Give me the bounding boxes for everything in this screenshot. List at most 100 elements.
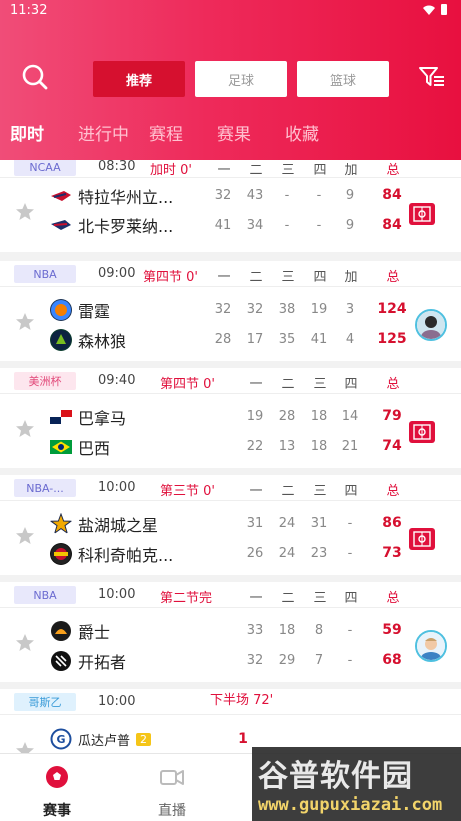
match-list[interactable]: NCAA 08:30 加时 0' 一 二 三 四 加 总 特拉华州立... 北卡…: [0, 160, 461, 753]
team-logo-icon: [50, 543, 72, 565]
col-total: 总: [386, 270, 400, 285]
col-q4: 四: [344, 377, 358, 392]
total-score: 74: [382, 438, 402, 454]
total-score: 73: [382, 545, 402, 561]
home-team: 爵士: [50, 619, 110, 643]
segment-football[interactable]: 足球: [195, 61, 287, 97]
team-logo-icon: [50, 620, 72, 642]
filter-button[interactable]: [417, 62, 447, 92]
video-camera-icon: [160, 770, 184, 785]
score-cell: -: [316, 218, 322, 233]
favorite-star-icon[interactable]: [15, 633, 35, 653]
favorite-star-icon[interactable]: [15, 741, 35, 753]
league-badge: NCAA: [14, 160, 76, 176]
nav-events[interactable]: 赛事: [27, 764, 87, 820]
score-cell: -: [284, 188, 290, 203]
score-cell: 18: [310, 439, 328, 454]
score-cell: 28: [214, 332, 232, 347]
score-cell: -: [347, 546, 353, 561]
league-badge: NBA: [14, 586, 76, 604]
match-time: 09:40: [98, 373, 136, 388]
match-card[interactable]: 哥斯乙 10:00 下半场 72' G 瓜达卢普 2 1: [0, 689, 461, 753]
live-stream-icon[interactable]: [409, 528, 435, 550]
away-team: 北卡罗莱纳...: [50, 213, 173, 237]
match-time: 10:00: [98, 694, 136, 709]
soccer-ball-icon: [46, 766, 68, 788]
match-header: NBA 10:00 第二节完 一 二 三 四 总: [0, 582, 461, 608]
filter-icon: [419, 67, 444, 86]
score-cell: 38: [278, 302, 296, 317]
nav-live[interactable]: 直播: [142, 764, 202, 820]
col-total: 总: [386, 377, 400, 392]
tab-in-progress[interactable]: 进行中: [78, 120, 129, 145]
score-cell: 33: [246, 623, 264, 638]
score-cell: 24: [278, 546, 296, 561]
match-card[interactable]: NCAA 08:30 加时 0' 一 二 三 四 加 总 特拉华州立... 北卡…: [0, 160, 461, 252]
search-button[interactable]: [20, 62, 50, 92]
league-badge: NBA-...: [14, 479, 76, 497]
team-name: 瓜达卢普: [78, 733, 131, 749]
favorite-star-icon[interactable]: [15, 312, 35, 332]
match-header: NCAA 08:30 加时 0' 一 二 三 四 加 总: [0, 160, 461, 178]
col-q3: 三: [313, 484, 327, 499]
col-total: 总: [386, 163, 400, 178]
score-cell: 8: [314, 623, 324, 638]
team-name: 爵士: [78, 623, 111, 642]
match-card[interactable]: NBA 10:00 第二节完 一 二 三 四 总 爵士 开拓者 33 18 8 …: [0, 582, 461, 682]
score-cell: 28: [278, 409, 296, 424]
score-cell: -: [316, 188, 322, 203]
team-name: 科利奇帕克...: [78, 546, 174, 565]
tab-instant[interactable]: 即时: [10, 120, 44, 145]
watermark-title: 谷普软件园: [258, 759, 413, 794]
watermark-url: www.gupuxiazai.com: [258, 795, 443, 815]
favorite-star-icon[interactable]: [15, 202, 35, 222]
live-stream-icon[interactable]: [409, 421, 435, 443]
match-status: 下半场 72': [210, 693, 274, 708]
match-header: NBA-... 10:00 第三节 0' 一 二 三 四 总: [0, 475, 461, 501]
tab-schedule[interactable]: 赛程: [149, 120, 183, 145]
score-cell: -: [284, 218, 290, 233]
team-logo-icon: [50, 513, 72, 535]
total-score: 59: [382, 622, 402, 638]
match-card[interactable]: NBA 09:00 第四节 0' 一 二 三 四 加 总 雷霆 森林狼 32 3…: [0, 261, 461, 361]
match-status: 第三节 0': [160, 484, 215, 499]
streamer-avatar[interactable]: [415, 630, 447, 662]
nav-label: 赛事: [43, 803, 71, 819]
match-card[interactable]: 美洲杯 09:40 第四节 0' 一 二 三 四 总 巴拿马 巴西 19 28 …: [0, 368, 461, 468]
live-stream-icon[interactable]: [409, 203, 435, 225]
home-team: 雷霆: [50, 298, 110, 322]
favorite-star-icon[interactable]: [15, 526, 35, 546]
match-card[interactable]: NBA-... 10:00 第三节 0' 一 二 三 四 总 盐湖城之星 科利奇…: [0, 475, 461, 575]
tab-results[interactable]: 赛果: [217, 120, 251, 145]
team-name: 森林狼: [78, 332, 127, 351]
match-time: 08:30: [98, 160, 136, 174]
score-cell: 23: [310, 546, 328, 561]
score-cell: 41: [214, 218, 232, 233]
tab-favorites[interactable]: 收藏: [285, 120, 319, 145]
col-ot: 加: [344, 163, 358, 178]
panama-flag-icon: [50, 410, 72, 424]
total-score: 125: [377, 331, 407, 347]
score-cell: 19: [246, 409, 264, 424]
away-team: 科利奇帕克...: [50, 542, 173, 566]
yellow-card-badge: 2: [136, 732, 152, 746]
favorite-star-icon[interactable]: [15, 419, 35, 439]
score-cell: 22: [246, 439, 264, 454]
col-q2: 二: [281, 484, 295, 499]
col-q3: 三: [281, 163, 295, 178]
match-time: 10:00: [98, 587, 136, 602]
away-team: 开拓者: [50, 649, 126, 673]
col-q2: 二: [281, 377, 295, 392]
match-status: 第四节 0': [143, 270, 198, 285]
segment-recommend[interactable]: 推荐: [93, 61, 185, 97]
team-name: 特拉华州立...: [78, 188, 174, 207]
total-score: 86: [382, 515, 402, 531]
col-q1: 一: [217, 270, 231, 285]
score-cell: 32: [214, 188, 232, 203]
streamer-avatar[interactable]: [415, 309, 447, 341]
col-total: 总: [386, 484, 400, 499]
col-q1: 一: [249, 484, 263, 499]
total-score: 84: [382, 187, 402, 203]
total-score: 1: [238, 731, 248, 747]
segment-basketball[interactable]: 篮球: [297, 61, 389, 97]
